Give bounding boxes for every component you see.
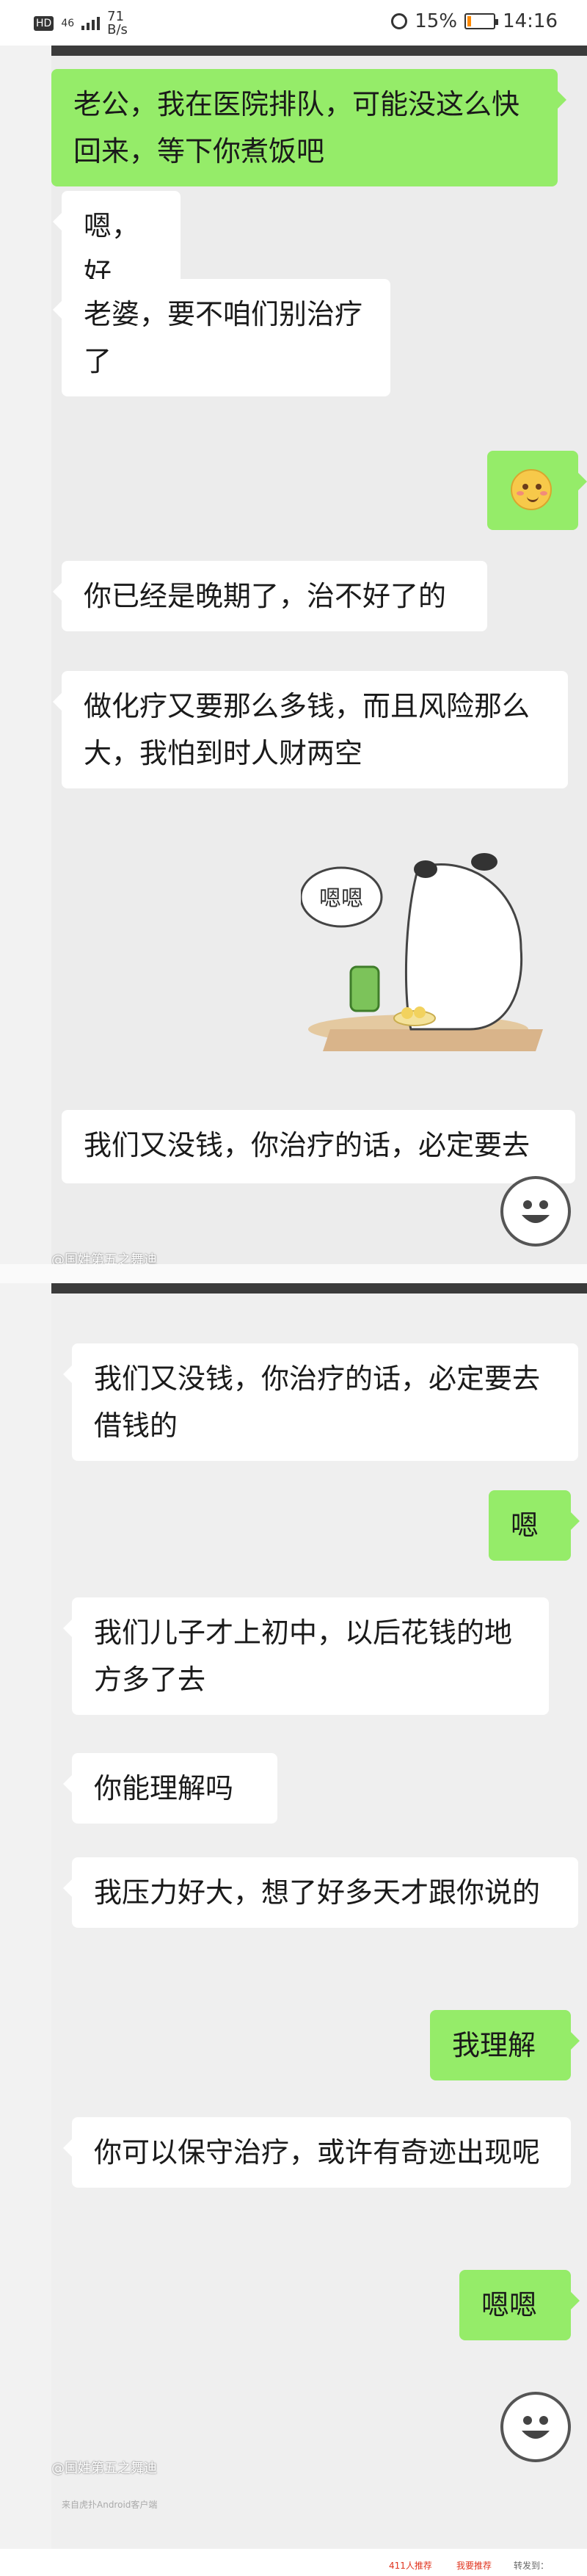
sticker-speech-text: 嗯嗯 — [319, 886, 363, 912]
message-bubble-incoming[interactable]: 你能理解吗 — [63, 1753, 277, 1824]
sticker-bun — [414, 1006, 426, 1018]
emoji-blush — [540, 491, 547, 496]
message-bubble-incoming[interactable]: 老婆，要不咱们别治疗了 — [53, 279, 390, 396]
clock-time: 14:16 — [503, 10, 558, 32]
sticker-bun — [401, 1007, 413, 1019]
watermark: @国姓第五之舞迪 — [51, 2461, 157, 2476]
watermark: @国姓第五之舞迪 — [51, 1252, 157, 1264]
message-bubble-incoming[interactable]: 我们又没钱，你治疗的话，必定要去借钱的 — [63, 1343, 578, 1461]
network-label: 46 — [61, 18, 75, 29]
recommend-count: 411人推荐 — [389, 2561, 432, 2571]
battery-icon — [464, 13, 499, 29]
network-speed-unit: B/s — [107, 22, 128, 37]
bottom-dark-bar — [51, 1283, 587, 1294]
status-bar: HD 46 71 B/s 15% 14:16 — [0, 0, 587, 46]
sticker-cup — [349, 965, 380, 1012]
emoji-eye — [522, 484, 528, 490]
sticker-panda-body — [404, 863, 523, 1031]
network-speed: 71 B/s — [107, 10, 128, 37]
blushing-face-emoji — [511, 469, 552, 510]
emoji-eye — [536, 484, 542, 490]
message-bubble-incoming[interactable]: 你可以保守治疗，或许有奇迹出现呢 — [63, 2117, 571, 2188]
message-bubble-outgoing[interactable]: 嗯 — [489, 1490, 580, 1561]
message-bubble-incoming[interactable]: 我们儿子才上初中，以后花钱的地方多了去 — [63, 1597, 549, 1715]
signal-icon — [81, 17, 101, 30]
smiley-icon — [522, 1200, 550, 1223]
message-bubble-incoming[interactable]: 我压力好大，想了好多天才跟你说的 — [63, 1857, 578, 1928]
message-bubble-outgoing-emoji[interactable] — [487, 451, 587, 530]
hd-badge: HD — [34, 16, 54, 31]
message-bubble-incoming[interactable]: 做化疗又要那么多钱，而且风险那么大，我怕到时人财两空 — [53, 671, 568, 788]
emoji-mouth — [527, 494, 539, 502]
panda-sticker[interactable]: 嗯嗯 — [301, 809, 543, 1051]
panel-separator — [0, 1264, 587, 1283]
sticker-panda-ear — [414, 860, 437, 878]
recommend-button[interactable]: 我要推荐 — [456, 2559, 492, 2572]
status-left: HD 46 71 B/s — [34, 10, 128, 37]
top-dark-bar — [51, 46, 587, 56]
emoji-button[interactable] — [500, 1176, 571, 1247]
message-bubble-outgoing[interactable]: 嗯嗯 — [459, 2270, 580, 2340]
battery-percent: 15% — [415, 10, 458, 32]
smiley-icon — [522, 2416, 550, 2439]
chat-screenshot-bottom: 我们又没钱，你治疗的话，必定要去借钱的 嗯 我们儿子才上初中，以后花钱的地方多了… — [51, 1283, 587, 2549]
message-bubble-outgoing[interactable]: 老公，我在医院排队，可能没这么快回来，等下你煮饭吧 — [51, 69, 566, 186]
footer-bar: 411人推荐 我要推荐 转发到： — [0, 2549, 587, 2576]
emoji-button[interactable] — [500, 2392, 571, 2462]
share-label[interactable]: 转发到： — [514, 2559, 549, 2572]
status-right: 15% 14:16 — [391, 10, 558, 32]
sticker-panda-ear — [471, 853, 497, 871]
emoji-blush — [517, 491, 524, 496]
battery-fill — [467, 16, 472, 26]
message-bubble-incoming[interactable]: 你已经是晚期了，治不好了的 — [53, 561, 487, 631]
source-footnote: 来自虎扑Android客户端 — [62, 2500, 158, 2510]
alarm-icon — [391, 13, 408, 29]
chat-screenshot-top: 老公，我在医院排队，可能没这么快回来，等下你煮饭吧 嗯，好 老婆，要不咱们别治疗… — [51, 46, 587, 1264]
sticker-table-edge — [323, 1029, 543, 1051]
message-bubble-outgoing[interactable]: 我理解 — [430, 2010, 580, 2080]
message-bubble-incoming-partial[interactable]: 我们又没钱，你治疗的话，必定要去 — [62, 1110, 575, 1183]
